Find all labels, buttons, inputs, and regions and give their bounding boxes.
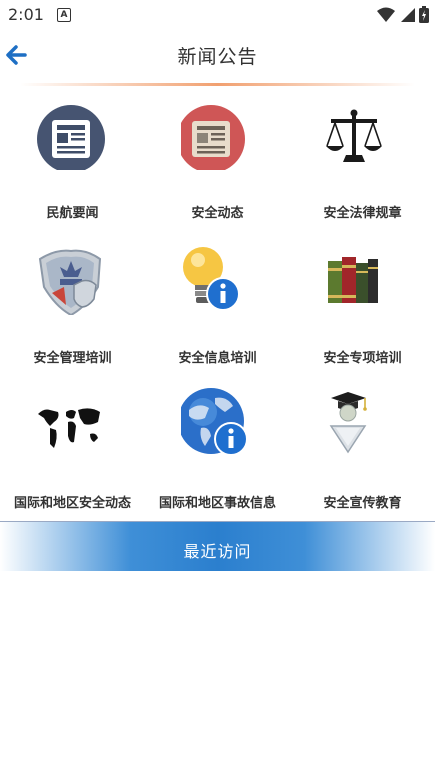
title-divider [20,83,415,86]
recent-visits-label: 最近访问 [183,542,252,561]
notification-icon: A [57,8,71,22]
wifi-icon [377,7,395,22]
menu-item-safety-info-training[interactable]: 安全信息培训 [145,233,290,378]
menu-item-label: 安全动态 [191,206,244,221]
page-title: 新闻公告 [177,46,258,68]
lightbulb-info-icon [181,241,255,315]
menu-item-label: 安全法律规章 [323,206,402,221]
status-bar: 2:01 A [0,0,435,30]
menu-item-label: 安全宣传教育 [323,496,402,511]
scales-icon [326,96,400,170]
menu-item-label: 安全专项培训 [323,351,402,366]
menu-item-intl-accident-info[interactable]: 国际和地区事故信息 [145,378,290,523]
shield-icon [36,241,110,317]
status-time: 2:01 [8,5,44,24]
menu-item-label: 国际和地区事故信息 [158,496,276,511]
menu-item-civil-aviation-news[interactable]: 民航要闻 [0,88,145,233]
recent-visits-bar[interactable]: 最近访问 [0,521,435,571]
globe-info-icon [178,386,255,460]
signal-icon [401,7,415,22]
status-icons [377,6,429,23]
title-bar: 新闻公告 [0,30,435,82]
menu-item-safety-management-training[interactable]: 安全管理培训 [0,233,145,378]
menu-item-label: 安全管理培训 [33,351,112,366]
graduation-icon [326,386,400,460]
battery-icon [419,6,429,23]
menu-item-safety-regulations[interactable]: 安全法律规章 [290,88,435,233]
menu-item-label: 国际和地区安全动态 [13,496,131,511]
world-map-icon [36,386,110,460]
menu-item-safety-education[interactable]: 安全宣传教育 [290,378,435,523]
menu-item-label: 安全信息培训 [178,351,257,366]
menu-item-safety-special-training[interactable]: 安全专项培训 [290,233,435,378]
newspaper-icon [36,96,110,173]
menu-item-label: 民航要闻 [46,206,99,221]
books-icon [326,241,400,315]
newspaper-red-icon [177,96,255,173]
menu-item-intl-safety-news[interactable]: 国际和地区安全动态 [0,378,145,523]
menu-item-safety-news[interactable]: 安全动态 [145,88,290,233]
